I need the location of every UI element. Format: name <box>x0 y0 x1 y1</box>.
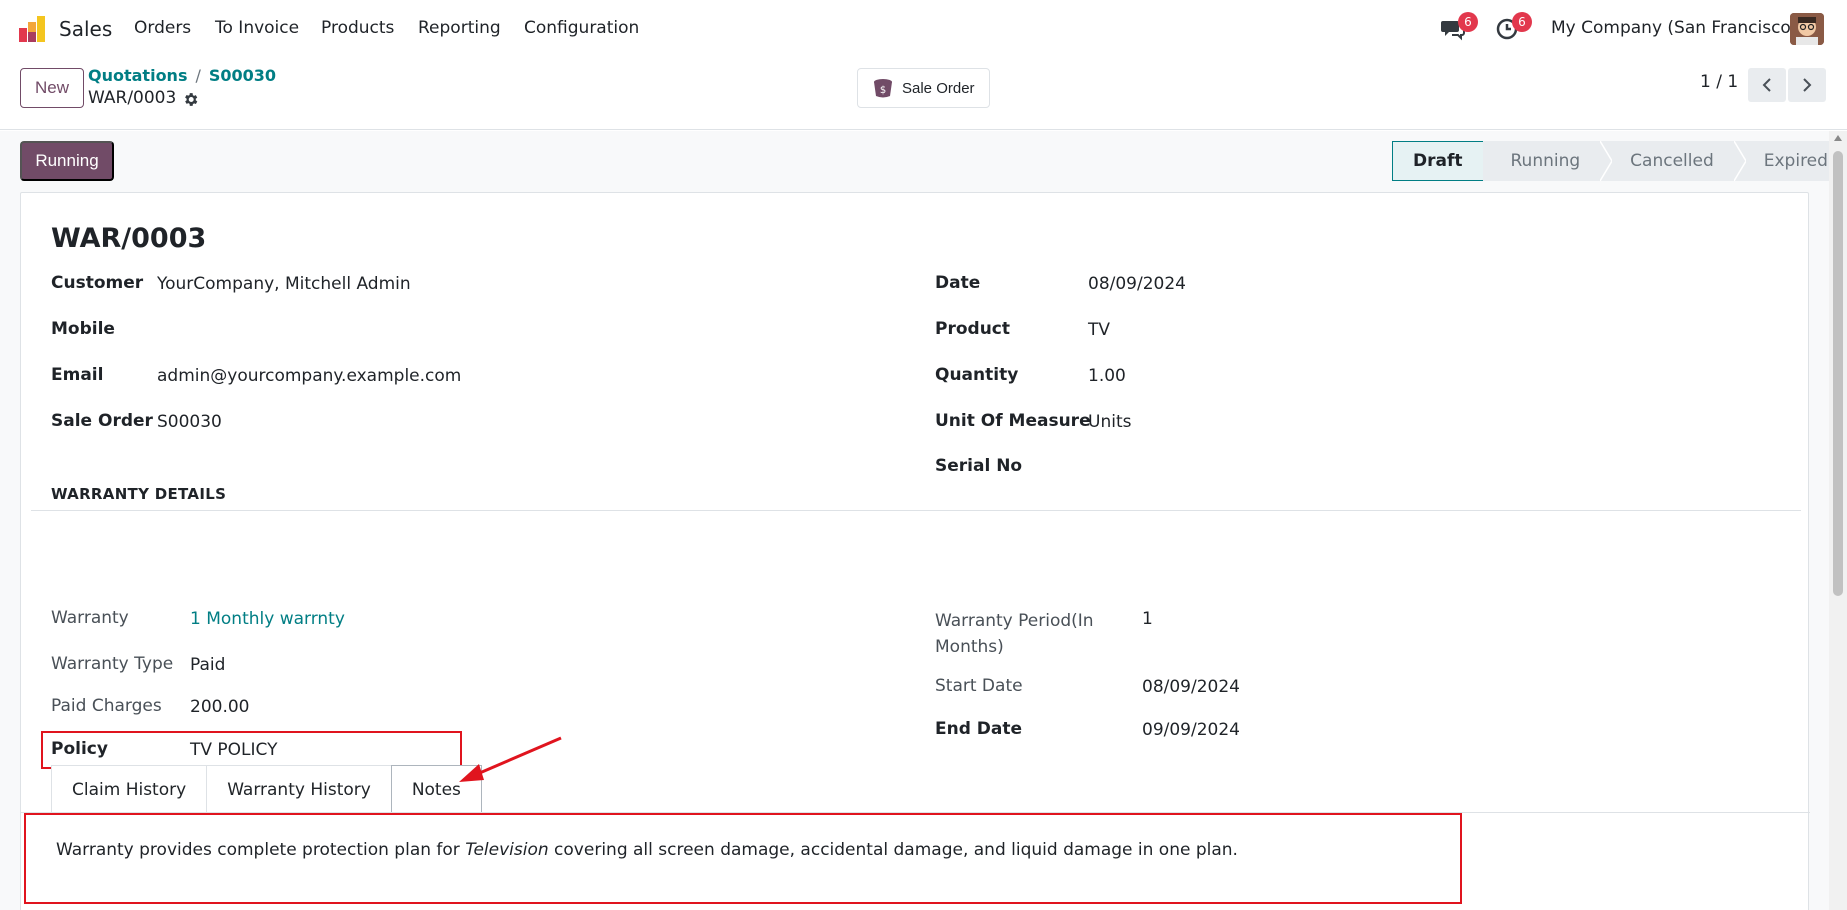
sale-order-field[interactable]: S00030 <box>157 412 222 432</box>
policy-highlight-box <box>41 731 462 769</box>
warranty-type-field[interactable]: Paid <box>190 655 225 675</box>
form-sheet: WAR/0003 Customer YourCompany, Mitchell … <box>20 192 1810 910</box>
end-date-field[interactable]: 09/09/2024 <box>1142 720 1240 740</box>
sale-order-label: Sale Order <box>51 411 153 431</box>
sale-order-label: Sale Order <box>902 79 975 97</box>
stage-cancelled[interactable]: Cancelled <box>1600 141 1746 181</box>
stage-arrow-icon <box>1733 141 1746 181</box>
top-navbar: Sales Orders To Invoice Products Reporti… <box>0 0 1847 56</box>
gear-icon[interactable] <box>182 91 199 108</box>
warranty-period-field[interactable]: 1 <box>1142 609 1153 629</box>
customer-label: Customer <box>51 273 144 293</box>
activities-badge: 6 <box>1512 12 1532 32</box>
warranty-period-label-line2: Months) <box>935 637 1004 657</box>
pager-value[interactable]: 1 / 1 <box>1700 72 1738 92</box>
warranty-period-label-line1: Warranty Period(In <box>935 611 1094 631</box>
breadcrumb-quotations[interactable]: Quotations <box>88 66 187 85</box>
stage-expired-label: Expired <box>1763 151 1828 171</box>
serial-no-label: Serial No <box>935 456 1023 476</box>
warranty-period-label: Warranty Period(In Months) <box>935 608 1094 660</box>
record-name: WAR/0003 <box>88 88 177 108</box>
warranty-type-label: Warranty Type <box>51 654 174 674</box>
scroll-up-icon[interactable] <box>1834 135 1842 141</box>
avatar[interactable] <box>1790 13 1824 45</box>
warranty-label: Warranty <box>51 608 129 628</box>
customer-field[interactable]: YourCompany, Mitchell Admin <box>157 274 411 294</box>
stage-cancelled-label: Cancelled <box>1630 151 1714 171</box>
pager-previous-button[interactable] <box>1748 68 1786 102</box>
mobile-label: Mobile <box>51 319 115 339</box>
date-label: Date <box>935 273 981 293</box>
stage-running[interactable]: Running <box>1482 141 1613 181</box>
sale-order-smart-button[interactable]: $ Sale Order <box>857 68 990 108</box>
end-date-label: End Date <box>935 719 1023 739</box>
section-divider <box>31 510 1801 511</box>
uom-field[interactable]: Units <box>1088 412 1131 432</box>
stage-running-label: Running <box>1510 151 1581 171</box>
date-field[interactable]: 08/09/2024 <box>1088 274 1186 294</box>
stage-draft-label: Draft <box>1413 151 1463 171</box>
dollar-bucket-icon: $ <box>874 79 892 98</box>
status-bar: Draft Running Cancelled Expired <box>1392 141 1847 181</box>
menu-to-invoice[interactable]: To Invoice <box>215 18 299 38</box>
annotation-arrow-icon <box>459 736 562 782</box>
email-field[interactable]: admin@yourcompany.example.com <box>157 366 461 386</box>
vertical-scrollbar[interactable] <box>1829 131 1847 910</box>
menu-orders[interactable]: Orders <box>134 18 191 38</box>
user-avatar-icon <box>1790 13 1824 45</box>
record-title: WAR/0003 <box>51 223 207 254</box>
company-switcher[interactable]: My Company (San Francisco) <box>1551 18 1797 38</box>
tab-claim-history[interactable]: Claim History <box>51 765 208 813</box>
breadcrumb-s00030[interactable]: S00030 <box>209 66 276 85</box>
notes-highlight-box <box>24 813 1462 904</box>
breadcrumb-separator: / <box>195 66 201 85</box>
svg-text:$: $ <box>880 85 886 96</box>
chevron-right-icon <box>1803 78 1812 92</box>
control-panel: New Quotations / S00030 WAR/0003 $ Sale Or… <box>0 56 1847 130</box>
chevron-left-icon <box>1762 78 1771 92</box>
product-label: Product <box>935 319 1010 339</box>
sales-app-icon[interactable] <box>18 14 48 44</box>
product-field[interactable]: TV <box>1088 320 1110 340</box>
warranty-field[interactable]: 1 Monthly warrnty <box>190 609 345 629</box>
stage-arrow-icon <box>1600 141 1613 181</box>
pager-next-button[interactable] <box>1788 68 1826 102</box>
uom-label: Unit Of Measure <box>935 411 1091 431</box>
start-date-field[interactable]: 08/09/2024 <box>1142 677 1240 697</box>
quantity-field[interactable]: 1.00 <box>1088 366 1126 386</box>
new-button[interactable]: New <box>20 68 84 108</box>
tab-warranty-history[interactable]: Warranty History <box>206 765 392 813</box>
paid-charges-label: Paid Charges <box>51 696 162 716</box>
menu-configuration[interactable]: Configuration <box>524 18 639 38</box>
app-name[interactable]: Sales <box>59 17 112 41</box>
email-label: Email <box>51 365 104 385</box>
menu-reporting[interactable]: Reporting <box>418 18 501 38</box>
warranty-details-heading: WARRANTY DETAILS <box>51 485 227 503</box>
running-button[interactable]: Running <box>20 141 114 181</box>
paid-charges-field[interactable]: 200.00 <box>190 697 249 717</box>
messages-badge: 6 <box>1458 12 1478 32</box>
menu-products[interactable]: Products <box>321 18 394 38</box>
stage-draft[interactable]: Draft <box>1392 141 1499 181</box>
breadcrumb: Quotations / S00030 <box>88 66 276 85</box>
notebook-tabs: Claim History Warranty History Notes <box>51 765 482 813</box>
quantity-label: Quantity <box>935 365 1019 385</box>
form-content: Running Draft Running Cancelled Expired … <box>0 131 1847 910</box>
start-date-label: Start Date <box>935 676 1023 696</box>
scrollbar-thumb[interactable] <box>1833 151 1843 596</box>
